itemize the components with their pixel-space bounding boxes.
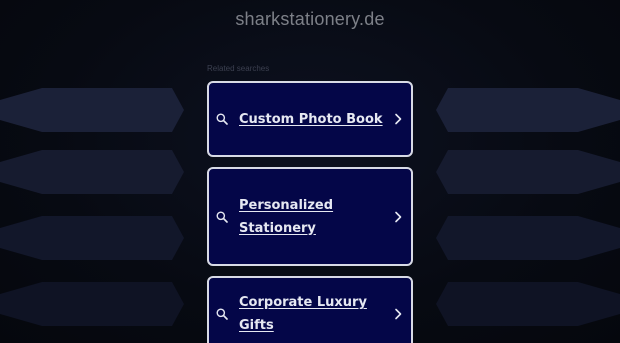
search-icon [216,211,228,223]
related-searches-heading: Related searches [207,64,270,73]
related-link-label: Personalized Stationery [239,197,334,236]
chevron-right-icon [395,211,402,222]
search-icon [216,113,228,125]
chevron-right-icon [395,113,402,125]
related-link-custom-photo-book[interactable]: Custom Photo Book [207,81,413,157]
related-link-label: Custom Photo Book [239,111,383,127]
related-link-label: Corporate Luxury Gifts [239,295,367,333]
search-icon [216,308,228,320]
related-link-corporate-luxury-gifts[interactable]: Corporate Luxury Gifts [207,276,413,343]
chevron-right-icon [395,308,402,320]
related-link-personalized-stationery[interactable]: Personalized Stationery [207,167,413,266]
right-decoration [436,88,620,326]
left-decoration [0,88,184,326]
site-domain-title: sharkstationery.de [235,9,385,29]
